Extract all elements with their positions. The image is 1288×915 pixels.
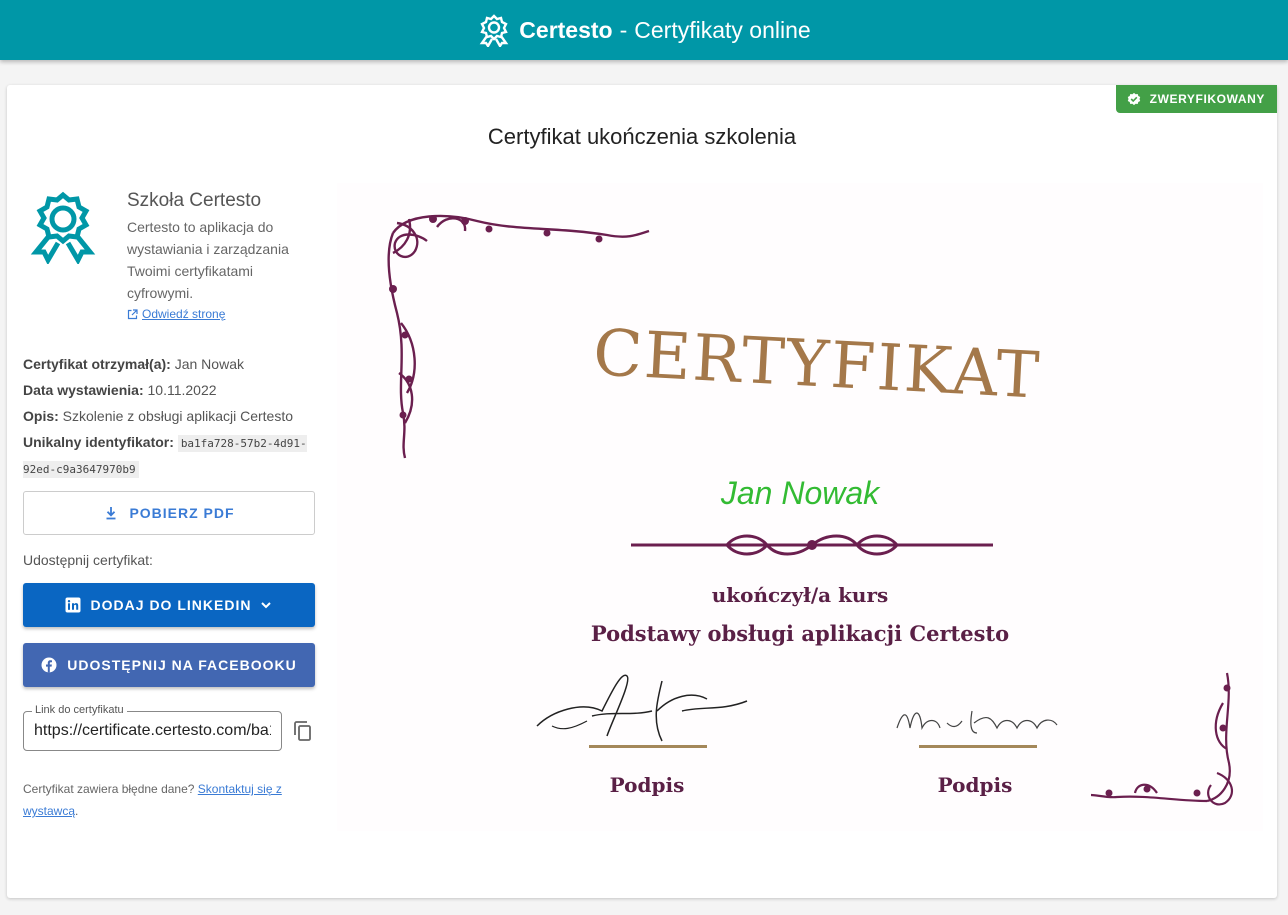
recipient-value: Jan Nowak <box>174 356 244 372</box>
incorrect-data-text: Certyfikat zawiera błędne dane? <box>23 782 195 796</box>
verified-check-icon <box>1126 91 1142 107</box>
brand-name: Certesto <box>519 16 613 43</box>
download-pdf-button[interactable]: POBIERZ PDF <box>23 491 315 535</box>
unique-id-row: Unikalny identyfikator: ba1fa728-57b2-4d… <box>23 429 313 481</box>
issue-date-label: Data wystawienia: <box>23 382 144 398</box>
certificate-details: Certyfikat otrzymał(a): Jan Nowak Data w… <box>23 351 313 481</box>
share-on-facebook-button[interactable]: UDOSTĘPNIJ NA FACEBOOKU <box>23 643 315 687</box>
chevron-down-icon <box>259 598 273 612</box>
download-icon <box>103 505 119 521</box>
description-label: Opis: <box>23 408 59 424</box>
certificate-link-input[interactable] <box>24 712 281 750</box>
linkedin-icon <box>65 597 81 613</box>
issue-date-value: 10.11.2022 <box>147 382 217 398</box>
share-on-facebook-label: UDOSTĘPNIJ NA FACEBOOKU <box>67 657 297 673</box>
verified-badge: ZWERYFIKOWANY <box>1115 85 1277 113</box>
app-bar: Certesto - Certyfikaty online <box>0 0 1288 60</box>
signature-line-2 <box>919 745 1037 748</box>
card-title: Certyfikat ukończenia szkolenia <box>487 124 797 149</box>
add-to-linkedin-button[interactable]: DODAJ DO LINKEDIN <box>23 583 315 627</box>
issuer-logo-icon <box>25 188 101 266</box>
unique-id-label: Unikalny identyfikator: <box>23 434 174 450</box>
signature-line-1 <box>589 745 707 748</box>
description-value: Szkolenie z obsługi aplikacji Certesto <box>62 408 294 424</box>
award-icon <box>477 13 511 47</box>
certificate-preview: CERTYFIKAT Jan Nowak ukończył/a kurs Pod… <box>337 183 1263 831</box>
description-row: Opis: Szkolenie z obsługi aplikacji Cert… <box>23 403 313 429</box>
certificate-card: ZWERYFIKOWANY Certyfikat ukończenia szko… <box>7 85 1277 898</box>
recipient-label: Certyfikat otrzymał(a): <box>23 356 171 372</box>
visit-website-label: Odwiedź stronę <box>142 307 226 321</box>
add-to-linkedin-label: DODAJ DO LINKEDIN <box>90 597 252 613</box>
app-subtitle: Certyfikaty online <box>634 16 811 43</box>
signature-label-2: Podpis <box>937 773 1013 797</box>
visit-website-link[interactable]: Odwiedź stronę <box>127 307 225 321</box>
certificate-course-name: Podstawy obsługi aplikacji Certesto <box>590 621 1010 646</box>
footer-period: . <box>75 804 79 818</box>
signature-adam-kowalski <box>536 674 748 742</box>
title-separator: - <box>619 16 628 43</box>
recipient-row: Certyfikat otrzymał(a): Jan Nowak <box>23 351 313 377</box>
certificate-completed-text: ukończył/a kurs <box>711 583 889 607</box>
certificate-recipient-name: Jan Nowak <box>720 475 880 511</box>
download-pdf-label: POBIERZ PDF <box>129 505 235 521</box>
issuer-description: Certesto to aplikacja do wystawiania i z… <box>127 219 289 301</box>
incorrect-data-note: Certyfikat zawiera błędne dane? Skontakt… <box>23 778 323 822</box>
signature-maria-kwiatkowska <box>896 710 1058 734</box>
certificate-link-field: Link do certyfikatu <box>23 704 282 751</box>
issue-date-row: Data wystawienia: 10.11.2022 <box>23 377 313 403</box>
external-link-icon <box>127 308 138 320</box>
issuer-name: Szkoła Certesto <box>127 190 262 211</box>
certificate-link-label: Link do certyfikatu <box>32 704 127 716</box>
verified-badge-label: ZWERYFIKOWANY <box>1149 92 1265 106</box>
copy-icon[interactable] <box>291 719 315 743</box>
share-label: Udostępnij certyfikat: <box>23 552 153 568</box>
facebook-icon <box>41 657 57 673</box>
signature-label-1: Podpis <box>609 773 685 797</box>
